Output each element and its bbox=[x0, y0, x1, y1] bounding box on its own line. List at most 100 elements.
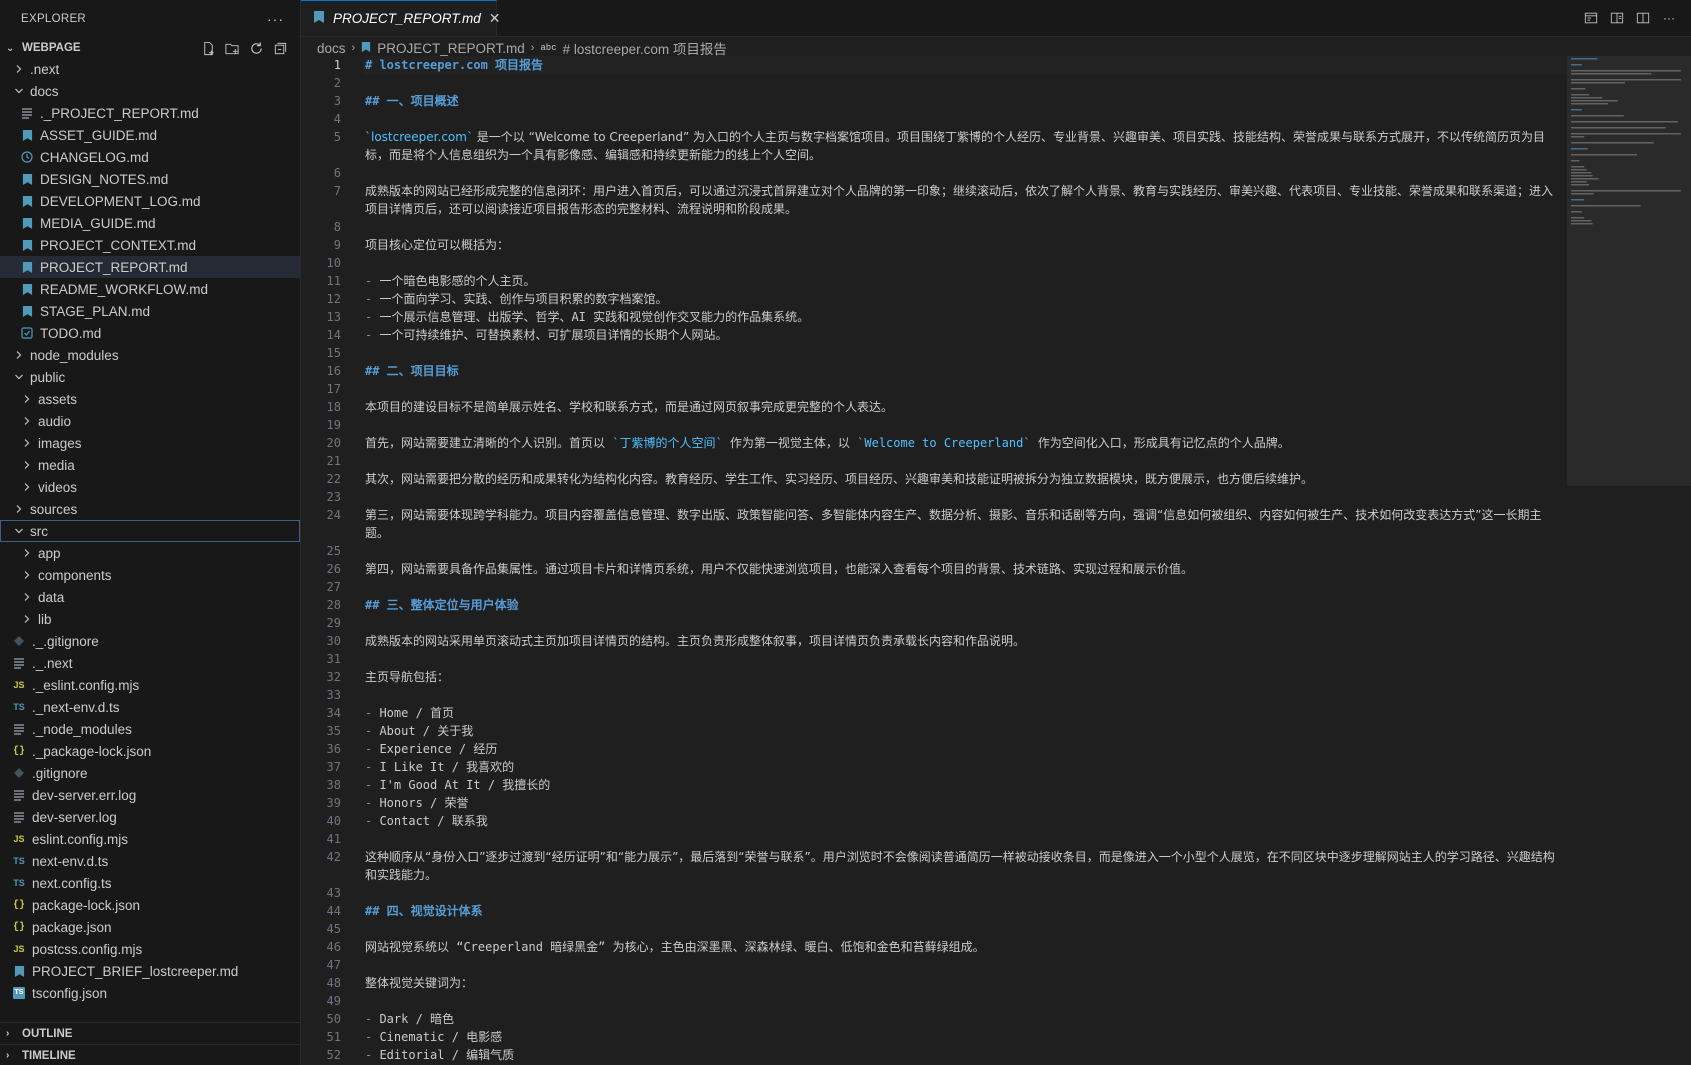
code-line[interactable]: 28 ## 三、整体定位与用户体验 bbox=[301, 596, 1567, 614]
tree-file[interactable]: PROJECT_CONTEXT.md bbox=[0, 234, 300, 256]
code-line[interactable]: 35 - About / 关于我 bbox=[301, 722, 1567, 740]
tree-file[interactable]: {} package-lock.json bbox=[0, 894, 300, 916]
code-line[interactable]: 32 主页导航包括： bbox=[301, 668, 1567, 686]
open-preview-icon[interactable] bbox=[1583, 10, 1599, 26]
breadcrumb-item-file[interactable]: PROJECT_REPORT.md bbox=[377, 41, 525, 56]
code-line[interactable]: 49 bbox=[301, 992, 1567, 1010]
code-line[interactable]: 27 bbox=[301, 578, 1567, 596]
code-line[interactable]: 52 - Editorial / 编辑气质 bbox=[301, 1046, 1567, 1064]
tree-file[interactable]: STAGE_PLAN.md bbox=[0, 300, 300, 322]
tree-file[interactable]: {} package.json bbox=[0, 916, 300, 938]
tree-folder[interactable]: images bbox=[0, 432, 300, 454]
tree-file[interactable]: ._.gitignore bbox=[0, 630, 300, 652]
code-line[interactable]: 42 这种顺序从“身份入口”逐步过渡到“经历证明”和“能力展示”，最后落到“荣誉与… bbox=[301, 848, 1567, 884]
close-icon[interactable]: ✕ bbox=[489, 10, 501, 27]
code-line[interactable]: 29 bbox=[301, 614, 1567, 632]
code-line[interactable]: 37 - I Like It / 我喜欢的 bbox=[301, 758, 1567, 776]
code-line[interactable]: 23 bbox=[301, 488, 1567, 506]
code-line[interactable]: 30 成熟版本的网站采用单页滚动式主页加项目详情页的结构。主页负责形成整体叙事，项… bbox=[301, 632, 1567, 650]
split-editor-icon[interactable] bbox=[1635, 10, 1651, 26]
code-line[interactable]: 10 bbox=[301, 254, 1567, 272]
code-line[interactable]: 24 第三，网站需要体现跨学科能力。项目内容覆盖信息管理、数字出版、政策智能问答、… bbox=[301, 506, 1567, 542]
timeline-panel-header[interactable]: › TIMELINE bbox=[0, 1044, 300, 1065]
tree-file[interactable]: TS next.config.ts bbox=[0, 872, 300, 894]
code-line[interactable]: 18 本项目的建设目标不是简单展示姓名、学校和联系方式，而是通过网页叙事完成更完整… bbox=[301, 398, 1567, 416]
tree-folder[interactable]: media bbox=[0, 454, 300, 476]
tree-file[interactable]: JS eslint.config.mjs bbox=[0, 828, 300, 850]
tree-file[interactable]: MEDIA_GUIDE.md bbox=[0, 212, 300, 234]
code-line[interactable]: 5 `lostcreeper.com` 是一个以 “Welcome to Cree… bbox=[301, 128, 1567, 164]
tree-folder[interactable]: lib bbox=[0, 608, 300, 630]
code-line[interactable]: 4 bbox=[301, 110, 1567, 128]
code-line[interactable]: 8 bbox=[301, 218, 1567, 236]
tree-folder[interactable]: .next bbox=[0, 58, 300, 80]
breadcrumb-item-docs[interactable]: docs bbox=[317, 41, 346, 56]
tree-file[interactable]: dev-server.err.log bbox=[0, 784, 300, 806]
code-line[interactable]: 17 bbox=[301, 380, 1567, 398]
code-line[interactable]: 43 bbox=[301, 884, 1567, 902]
code-line[interactable]: 38 - I'm Good At It / 我擅长的 bbox=[301, 776, 1567, 794]
code-line[interactable]: 40 - Contact / 联系我 bbox=[301, 812, 1567, 830]
more-actions-icon[interactable]: ··· bbox=[267, 11, 284, 27]
code-line[interactable]: 22 其次，网站需要把分散的经历和成果转化为结构化内容。教育经历、学生工作、实习经… bbox=[301, 470, 1567, 488]
code-line[interactable]: 1 # lostcreeper.com 项目报告 bbox=[301, 56, 1567, 74]
code-line[interactable]: 11 - 一个暗色电影感的个人主页。 bbox=[301, 272, 1567, 290]
code-line[interactable]: 45 bbox=[301, 920, 1567, 938]
tree-file[interactable]: .gitignore bbox=[0, 762, 300, 784]
tree-file[interactable]: TS ._next-env.d.ts bbox=[0, 696, 300, 718]
tree-file[interactable]: {} ._package-lock.json bbox=[0, 740, 300, 762]
tree-file[interactable]: DEVELOPMENT_LOG.md bbox=[0, 190, 300, 212]
code-line[interactable]: 34 - Home / 首页 bbox=[301, 704, 1567, 722]
tree-folder[interactable]: docs bbox=[0, 80, 300, 102]
code-line[interactable]: 9 项目核心定位可以概括为： bbox=[301, 236, 1567, 254]
tree-folder[interactable]: node_modules bbox=[0, 344, 300, 366]
new-folder-icon[interactable] bbox=[224, 40, 240, 56]
tree-file[interactable]: PROJECT_REPORT.md bbox=[0, 256, 300, 278]
tree-file[interactable]: DESIGN_NOTES.md bbox=[0, 168, 300, 190]
code-line[interactable]: 12 - 一个面向学习、实践、创作与项目积累的数字档案馆。 bbox=[301, 290, 1567, 308]
code-line[interactable]: 15 bbox=[301, 344, 1567, 362]
tree-folder[interactable]: videos bbox=[0, 476, 300, 498]
tree-folder[interactable]: app bbox=[0, 542, 300, 564]
code-line[interactable]: 19 bbox=[301, 416, 1567, 434]
tree-file[interactable]: TODO.md bbox=[0, 322, 300, 344]
code-line[interactable]: 31 bbox=[301, 650, 1567, 668]
code-line[interactable]: 13 - 一个展示信息管理、出版学、哲学、AI 实践和视觉创作交叉能力的作品集系统… bbox=[301, 308, 1567, 326]
code-line[interactable]: 21 bbox=[301, 452, 1567, 470]
tree-file[interactable]: ._.next bbox=[0, 652, 300, 674]
tree-folder[interactable]: sources bbox=[0, 498, 300, 520]
code-line[interactable]: 25 bbox=[301, 542, 1567, 560]
tree-folder[interactable]: data bbox=[0, 586, 300, 608]
code-line[interactable]: 44 ## 四、视觉设计体系 bbox=[301, 902, 1567, 920]
tree-file[interactable]: ._node_modules bbox=[0, 718, 300, 740]
code-line[interactable]: 50 - Dark / 暗色 bbox=[301, 1010, 1567, 1028]
new-file-icon[interactable] bbox=[200, 40, 216, 56]
tree-file[interactable]: dev-server.log bbox=[0, 806, 300, 828]
code-line[interactable]: 47 bbox=[301, 956, 1567, 974]
code-line[interactable]: 16 ## 二、项目目标 bbox=[301, 362, 1567, 380]
tree-file[interactable]: TS tsconfig.json bbox=[0, 982, 300, 1004]
tree-folder[interactable]: components bbox=[0, 564, 300, 586]
tree-folder[interactable]: audio bbox=[0, 410, 300, 432]
code-line[interactable]: 39 - Honors / 荣誉 bbox=[301, 794, 1567, 812]
tree-file[interactable]: PROJECT_BRIEF_lostcreeper.md bbox=[0, 960, 300, 982]
outline-panel-header[interactable]: › OUTLINE bbox=[0, 1022, 300, 1044]
code-line[interactable]: 26 第四，网站需要具备作品集属性。通过项目卡片和详情页系统，用户不仅能快速浏览项… bbox=[301, 560, 1567, 578]
code-line[interactable]: 20 首先，网站需要建立清晰的个人识别。首页以 `丁紫博的个人空间` 作为第一视觉… bbox=[301, 434, 1567, 452]
tree-folder[interactable]: public bbox=[0, 366, 300, 388]
tree-file[interactable]: JS ._eslint.config.mjs bbox=[0, 674, 300, 696]
minimap[interactable] bbox=[1567, 56, 1691, 1065]
code-line[interactable]: 51 - Cinematic / 电影感 bbox=[301, 1028, 1567, 1046]
code-line[interactable]: 33 bbox=[301, 686, 1567, 704]
tree-file[interactable]: ASSET_GUIDE.md bbox=[0, 124, 300, 146]
code-line[interactable]: 3 ## 一、项目概述 bbox=[301, 92, 1567, 110]
tree-file[interactable]: TS next-env.d.ts bbox=[0, 850, 300, 872]
code-line[interactable]: 48 整体视觉关键词为： bbox=[301, 974, 1567, 992]
tree-folder[interactable]: src bbox=[0, 520, 300, 542]
code-line[interactable]: 36 - Experience / 经历 bbox=[301, 740, 1567, 758]
code-line[interactable]: 14 - 一个可持续维护、可替换素材、可扩展项目详情的长期个人网站。 bbox=[301, 326, 1567, 344]
code-line[interactable]: 46 网站视觉系统以 “Creeperland 暗绿黑金” 为核心，主色由深墨黑、… bbox=[301, 938, 1567, 956]
collapse-all-icon[interactable] bbox=[272, 40, 288, 56]
tree-file[interactable]: README_WORKFLOW.md bbox=[0, 278, 300, 300]
code-line[interactable]: 6 bbox=[301, 164, 1567, 182]
